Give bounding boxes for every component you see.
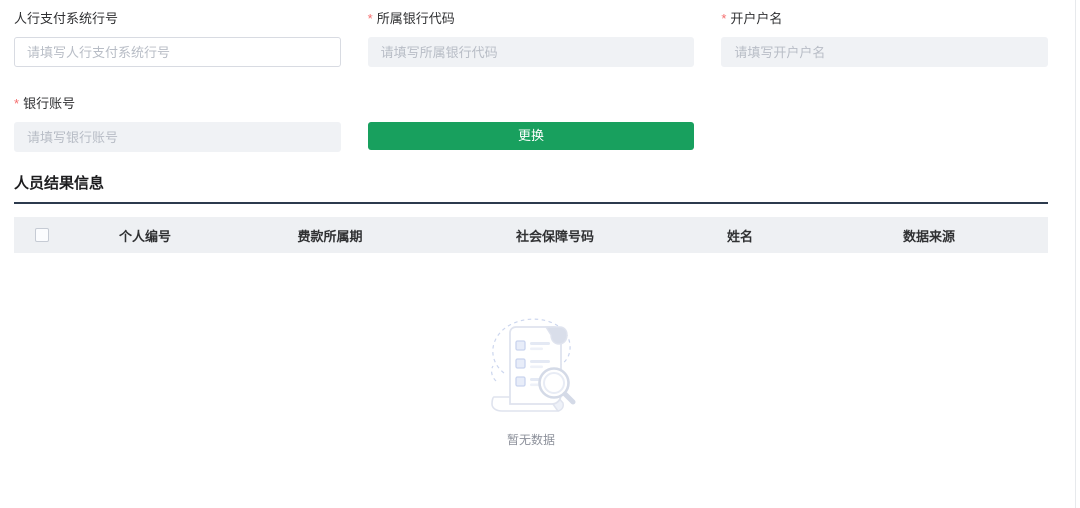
section-divider: [14, 202, 1048, 204]
empty-state: 暂无数据: [14, 311, 1048, 448]
account-name-input[interactable]: [721, 37, 1048, 67]
empty-state-illustration: [480, 311, 582, 415]
field-bank-code: *所属银行代码: [368, 10, 695, 67]
column-header-fee-period: 费款所属期: [220, 226, 440, 245]
required-marker: *: [721, 11, 726, 26]
form-row-2: *银行账号 更换: [14, 95, 1048, 152]
field-account-name: *开户户名: [721, 10, 1048, 67]
field-label: *开户户名: [721, 10, 1048, 28]
section-title: 人员结果信息: [14, 174, 1048, 194]
field-pbc-bank-number: 人行支付系统行号: [14, 10, 341, 67]
empty-text: 暂无数据: [507, 431, 555, 448]
form-panel: 人行支付系统行号 *所属银行代码 *开户户名 *银行账号 更换 人员结果信息 个…: [0, 0, 1048, 448]
field-label: *银行账号: [14, 95, 341, 113]
required-marker: *: [14, 96, 19, 111]
select-all-checkbox[interactable]: [35, 228, 49, 242]
required-marker: *: [368, 11, 373, 26]
bank-code-input[interactable]: [368, 37, 695, 67]
column-header-personal-id: 个人编号: [70, 226, 220, 245]
field-label: *所属银行代码: [368, 10, 695, 28]
bank-account-input[interactable]: [14, 122, 341, 152]
page-edge-divider: [1075, 0, 1076, 508]
change-button[interactable]: 更换: [368, 122, 695, 150]
result-table-header: 个人编号 费款所属期 社会保障号码 姓名 数据来源: [14, 217, 1048, 253]
column-header-name: 姓名: [670, 226, 810, 245]
field-label: 人行支付系统行号: [14, 10, 341, 28]
column-header-data-source: 数据来源: [810, 226, 1048, 245]
select-all-cell: [14, 228, 70, 242]
form-row-1: 人行支付系统行号 *所属银行代码 *开户户名: [14, 10, 1048, 67]
field-bank-account: *银行账号: [14, 95, 341, 152]
column-header-ssn: 社会保障号码: [440, 226, 670, 245]
pbc-bank-number-input[interactable]: [14, 37, 341, 67]
